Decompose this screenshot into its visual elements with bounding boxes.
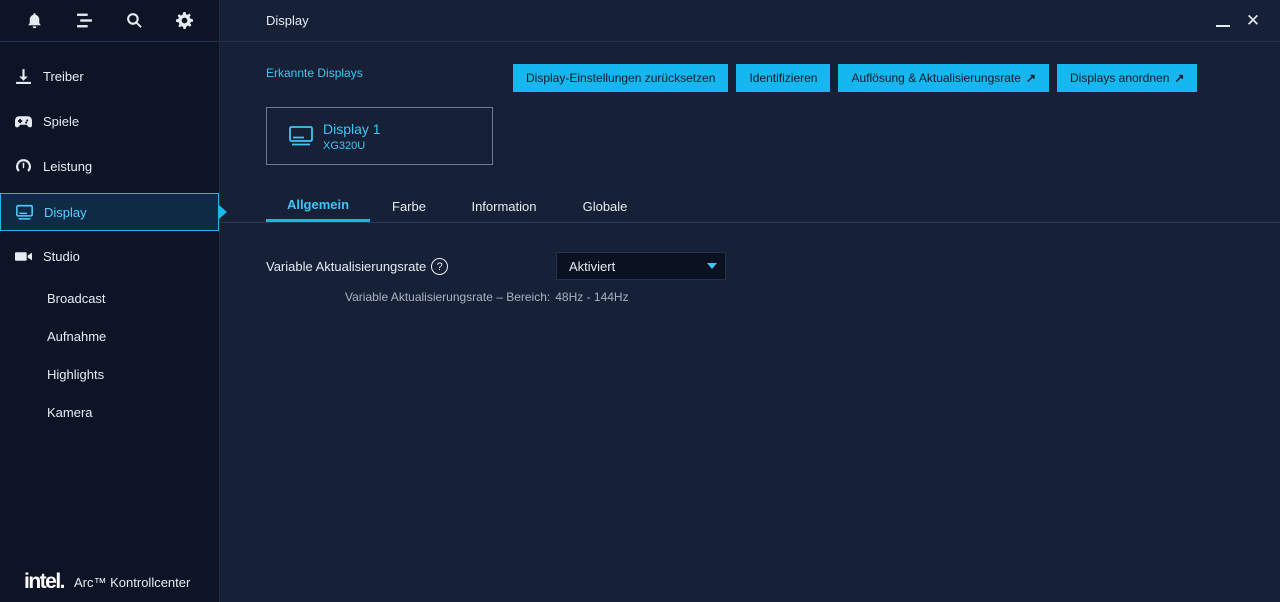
sidebar-item-display[interactable]: Display xyxy=(0,193,227,231)
vrr-dropdown[interactable]: Aktiviert xyxy=(556,252,726,280)
sidebar-item-spiele[interactable]: Spiele xyxy=(0,99,219,144)
sidebar-item-label: Display xyxy=(44,204,87,220)
intel-logo: intel. xyxy=(24,570,66,593)
sidebar-item-treiber[interactable]: Treiber xyxy=(0,54,219,99)
sidebar-item-label: Leistung xyxy=(43,159,93,174)
dropdown-value: Aktiviert xyxy=(569,258,616,274)
detected-displays-label: Erkannte Displays xyxy=(266,66,363,80)
minimize-icon xyxy=(1216,25,1230,27)
arrange-displays-button[interactable]: Displays anordnen ↗ xyxy=(1056,64,1198,92)
gear-icon[interactable] xyxy=(168,5,200,37)
vrr-range-text: Variable Aktualisierungsrate – Bereich: 4… xyxy=(345,290,629,304)
sidebar-subitem-highlights[interactable]: Highlights xyxy=(0,355,219,393)
product-name: Arc™ Kontrollcenter xyxy=(74,574,191,590)
monitor-icon xyxy=(15,203,33,221)
bell-icon[interactable] xyxy=(19,5,51,37)
tab-globale[interactable]: Globale xyxy=(560,190,650,222)
header: Display ✕ xyxy=(221,0,1280,42)
external-link-icon: ↗ xyxy=(1025,71,1036,85)
external-link-icon: ↗ xyxy=(1174,71,1185,85)
sidebar: Treiber Spiele Leistung Display Studio B… xyxy=(0,0,227,602)
identify-button[interactable]: Identifizieren xyxy=(736,64,831,92)
gauge-icon xyxy=(14,158,32,176)
tab-farbe[interactable]: Farbe xyxy=(370,190,448,222)
close-icon: ✕ xyxy=(1245,11,1261,30)
sidebar-subitem-aufnahme[interactable]: Aufnahme xyxy=(0,317,219,355)
sidebar-subitem-kamera[interactable]: Kamera xyxy=(0,393,219,431)
help-icon[interactable]: ? xyxy=(431,258,449,275)
list-icon[interactable] xyxy=(69,5,101,37)
tab-allgemein[interactable]: Allgemein xyxy=(266,190,370,222)
action-buttons: Display-Einstellungen zurücksetzen Ident… xyxy=(513,64,1198,92)
tab-information[interactable]: Information xyxy=(448,190,560,222)
close-button[interactable]: ✕ xyxy=(1238,10,1268,32)
sidebar-subitem-broadcast[interactable]: Broadcast xyxy=(0,279,219,317)
caret-down-icon xyxy=(707,263,717,269)
display-card[interactable]: Display 1 XG320U xyxy=(266,107,493,165)
sidebar-nav: Treiber Spiele Leistung Display Studio B… xyxy=(0,42,227,431)
window-controls: ✕ xyxy=(1208,10,1268,32)
display-model: XG320U xyxy=(323,139,366,152)
camera-icon xyxy=(14,248,32,266)
reset-display-settings-button[interactable]: Display-Einstellungen zurücksetzen xyxy=(513,64,729,92)
sidebar-item-label: Spiele xyxy=(43,114,80,129)
download-icon xyxy=(14,68,32,86)
sidebar-item-leistung[interactable]: Leistung xyxy=(0,144,219,189)
vrr-setting-label: Variable Aktualisierungsrate ? xyxy=(266,258,449,275)
search-icon[interactable] xyxy=(118,5,150,37)
display-name: Display 1 xyxy=(323,120,381,137)
tab-divider xyxy=(221,222,1280,223)
brand: intel. Arc™ Kontrollcenter xyxy=(24,570,190,594)
sidebar-item-studio[interactable]: Studio xyxy=(0,234,219,279)
sidebar-item-label: Treiber xyxy=(43,69,84,84)
vrr-range-value: 48Hz - 144Hz xyxy=(555,290,629,304)
monitor-icon xyxy=(289,126,313,146)
sidebar-item-label: Studio xyxy=(43,249,80,264)
page-title: Display xyxy=(266,13,309,28)
main-content: Erkannte Displays Display-Einstellungen … xyxy=(221,42,1280,602)
resolution-refresh-button[interactable]: Auflösung & Aktualisierungsrate ↗ xyxy=(838,64,1049,92)
tab-bar: Allgemein Farbe Information Globale xyxy=(266,190,650,222)
gamepad-icon xyxy=(14,113,32,131)
minimize-button[interactable] xyxy=(1208,10,1238,32)
sidebar-toolbar xyxy=(0,0,219,42)
